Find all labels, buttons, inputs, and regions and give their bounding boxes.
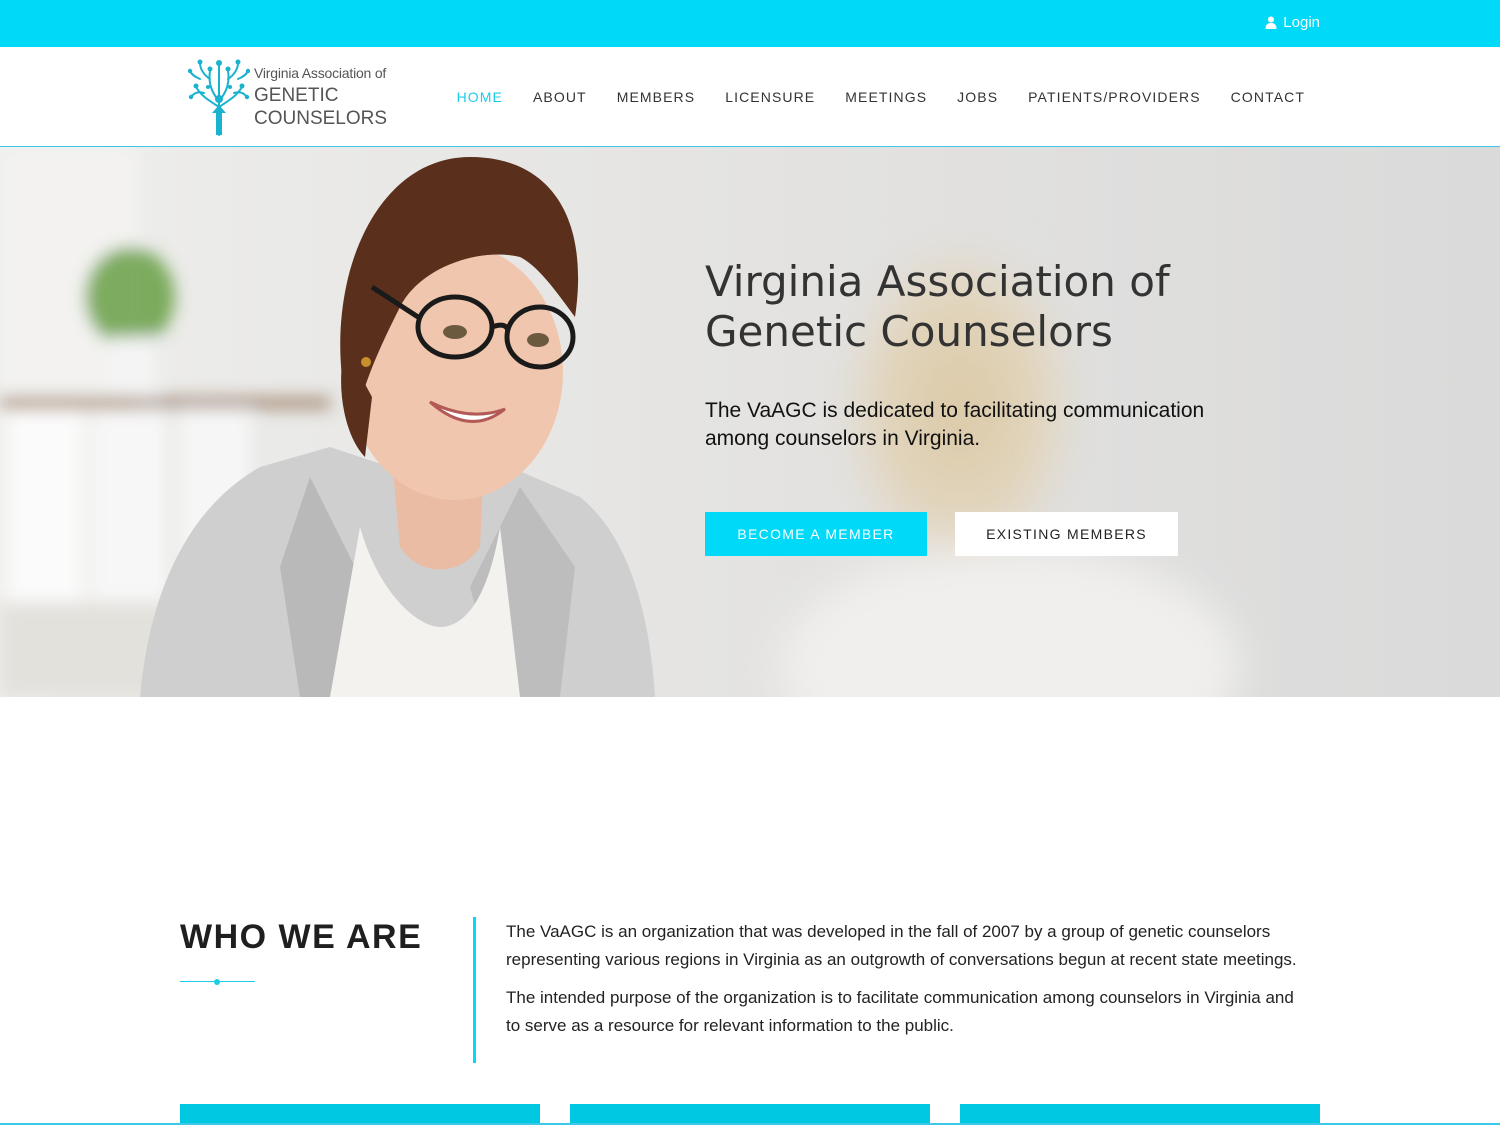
user-icon: [1265, 16, 1277, 29]
logo-line-3: COUNSELORS: [254, 108, 388, 129]
site-logo[interactable]: Virginia Association of GENETIC COUNSELO…: [188, 57, 403, 137]
nav-item-patients-providers[interactable]: PATIENTS/PROVIDERS: [1013, 89, 1216, 105]
nav-item-members[interactable]: MEMBERS: [602, 89, 711, 105]
nav-item-about[interactable]: ABOUT: [518, 89, 602, 105]
logo-line-2: GENETIC: [254, 85, 339, 106]
who-we-are-heading: WHO WE ARE: [180, 918, 423, 956]
login-label: Login: [1283, 14, 1320, 31]
logo-line-1: Virginia Association of: [254, 65, 387, 81]
nav-item-jobs[interactable]: JOBS: [942, 89, 1013, 105]
logo-text: Virginia Association of GENETIC COUNSELO…: [254, 66, 387, 128]
feature-card-2[interactable]: [570, 1104, 930, 1125]
nav-item-home[interactable]: HOME: [442, 89, 518, 105]
hero-subtitle: The VaAGC is dedicated to facilitating c…: [705, 399, 1205, 450]
feature-card-1[interactable]: [180, 1104, 540, 1125]
divider-dot: [214, 979, 220, 985]
vertical-accent-line: [473, 917, 476, 1063]
who-paragraph-1: The VaAGC is an organization that was de…: [506, 922, 1297, 969]
site-header: Virginia Association of GENETIC COUNSELO…: [0, 47, 1500, 147]
nav-item-contact[interactable]: CONTACT: [1216, 89, 1320, 105]
who-paragraph-2: The intended purpose of the organization…: [506, 988, 1294, 1035]
nav-item-licensure[interactable]: LICENSURE: [710, 89, 830, 105]
who-we-are-text: The VaAGC is an organization that was de…: [506, 918, 1306, 1050]
hero-title: Virginia Association of Genetic Counselo…: [705, 257, 1265, 357]
hero-title-line-2: Genetic Counselors: [705, 307, 1113, 356]
existing-members-button[interactable]: EXISTING MEMBERS: [955, 512, 1178, 556]
tree-person-icon: [188, 59, 250, 136]
feature-card-3[interactable]: [960, 1104, 1320, 1125]
hero-title-line-1: Virginia Association of: [705, 257, 1170, 306]
hero-section: Virginia Association of Genetic Counselo…: [0, 147, 1500, 697]
main-nav: HOME ABOUT MEMBERS LICENSURE MEETINGS JO…: [442, 89, 1320, 105]
login-link[interactable]: Login: [1265, 14, 1320, 31]
nav-item-meetings[interactable]: MEETINGS: [830, 89, 942, 105]
become-member-button[interactable]: BECOME A MEMBER: [705, 512, 927, 556]
top-bar: Login: [0, 0, 1500, 47]
